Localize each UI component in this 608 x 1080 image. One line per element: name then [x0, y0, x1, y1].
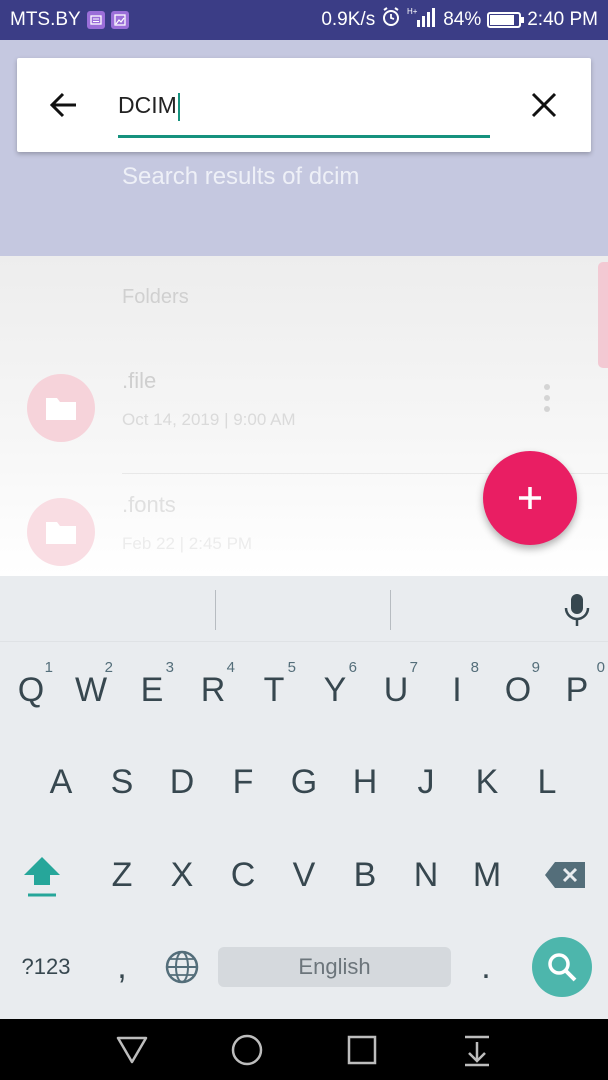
symbols-key[interactable]: ?123 — [10, 932, 82, 1002]
add-button[interactable] — [483, 451, 577, 545]
search-query: DCIM — [118, 92, 177, 118]
results-caption: Search results of dcim — [122, 163, 360, 190]
shift-key[interactable] — [14, 840, 70, 910]
close-icon[interactable] — [527, 88, 561, 122]
search-input[interactable]: DCIM — [118, 86, 490, 138]
item-title: .fonts — [122, 492, 176, 517]
carrier-name: MTS.BY — [10, 9, 81, 30]
navigation-bar — [0, 1019, 608, 1080]
period-key[interactable]: . — [458, 932, 514, 1002]
key-z[interactable]: Z — [94, 840, 150, 910]
more-options-icon[interactable] — [540, 384, 554, 424]
signal-icon: H+ — [407, 6, 437, 34]
back-triangle-icon[interactable] — [114, 1032, 150, 1068]
status-left: MTS.BY — [10, 9, 129, 31]
recents-square-icon[interactable] — [344, 1032, 380, 1068]
key-e[interactable]: E3 — [124, 655, 180, 725]
folder-icon — [27, 498, 95, 566]
battery-fill — [490, 15, 514, 25]
key-a[interactable]: A — [33, 747, 89, 817]
item-title: .file — [122, 368, 157, 393]
clock: 2:40 PM — [527, 9, 598, 30]
key-h[interactable]: H — [337, 747, 393, 817]
section-label-folders: Folders — [122, 286, 189, 308]
text-caret — [177, 92, 180, 121]
key-o[interactable]: O9 — [490, 655, 546, 725]
search-action-key[interactable] — [532, 937, 592, 997]
search-bar: DCIM — [17, 58, 591, 152]
key-p[interactable]: P0 — [549, 655, 605, 725]
key-y[interactable]: Y6 — [307, 655, 363, 725]
key-b[interactable]: B — [337, 840, 393, 910]
search-icon — [548, 953, 577, 982]
svg-text:H+: H+ — [407, 7, 418, 16]
backspace-icon — [545, 862, 585, 888]
status-bar: MTS.BY 0.9K/s H+ 84% 2:40 PM — [0, 0, 608, 40]
key-x[interactable]: X — [154, 840, 210, 910]
battery-icon — [487, 12, 525, 28]
key-q[interactable]: Q1 — [3, 655, 59, 725]
key-c[interactable]: C — [215, 840, 271, 910]
home-circle-icon[interactable] — [229, 1032, 265, 1068]
key-g[interactable]: G — [276, 747, 332, 817]
notification-pull-icon[interactable] — [459, 1032, 495, 1068]
suggestion-divider — [215, 590, 216, 630]
key-d[interactable]: D — [154, 747, 210, 817]
key-t[interactable]: T5 — [246, 655, 302, 725]
microphone-icon[interactable] — [560, 592, 594, 628]
folder-icon — [27, 374, 95, 442]
key-m[interactable]: M — [459, 840, 515, 910]
comma-key[interactable]: , — [94, 932, 150, 1002]
scrollbar[interactable] — [598, 262, 608, 368]
language-key[interactable] — [154, 932, 210, 1002]
item-subtitle: Oct 14, 2019 | 9:00 AM — [122, 410, 296, 429]
key-n[interactable]: N — [398, 840, 454, 910]
key-s[interactable]: S — [94, 747, 150, 817]
back-arrow-icon[interactable] — [47, 88, 81, 122]
key-w[interactable]: W2 — [63, 655, 119, 725]
search-header: DCIM Search results of dcim — [0, 40, 608, 256]
key-f[interactable]: F — [215, 747, 271, 817]
key-k[interactable]: K — [459, 747, 515, 817]
battery-percent: 84% — [443, 9, 482, 30]
suggestion-strip[interactable] — [0, 576, 608, 642]
key-j[interactable]: J — [398, 747, 454, 817]
globe-icon — [165, 950, 199, 984]
key-i[interactable]: I8 — [429, 655, 485, 725]
alarm-icon — [381, 7, 401, 33]
key-u[interactable]: U7 — [368, 655, 424, 725]
key-l[interactable]: L — [519, 747, 575, 817]
message-notification-icon — [86, 11, 105, 29]
image-notification-icon — [110, 11, 129, 29]
item-subtitle: Feb 22 | 2:45 PM — [122, 534, 253, 553]
space-key[interactable]: English — [218, 947, 451, 987]
status-right: 0.9K/s H+ 84% 2:40 PM — [321, 6, 598, 34]
network-speed: 0.9K/s — [321, 9, 376, 30]
shift-arrow-icon — [24, 857, 60, 897]
backspace-key[interactable] — [537, 840, 593, 910]
keyboard: Q1 W2 E3 R4 T5 Y6 U7 I8 O9 P0 A S D F G … — [0, 576, 608, 1019]
key-v[interactable]: V — [276, 840, 332, 910]
key-r[interactable]: R4 — [185, 655, 241, 725]
suggestion-divider — [390, 590, 391, 630]
add-icon — [519, 487, 541, 509]
